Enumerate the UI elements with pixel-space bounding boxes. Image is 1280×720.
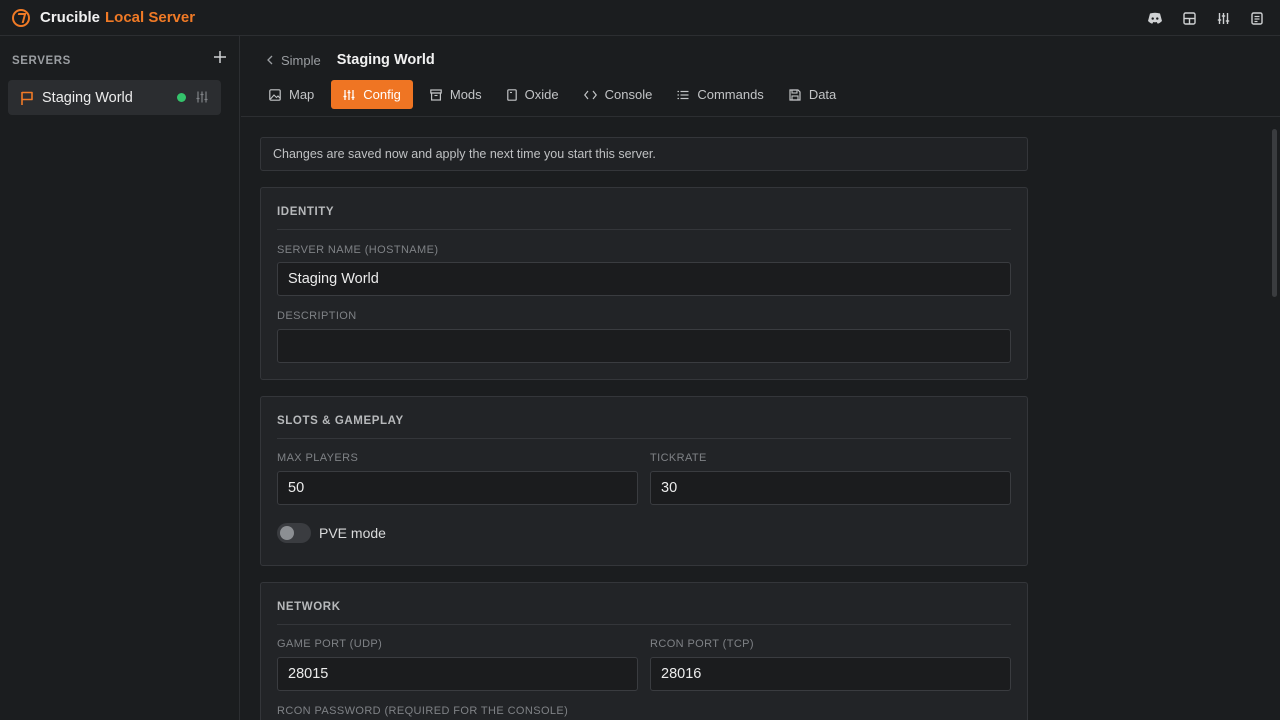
tab-console-label: Console <box>604 87 653 102</box>
list-icon <box>677 90 689 99</box>
gameplay-title: SLOTS & GAMEPLAY <box>277 415 404 427</box>
pve-mode-toggle[interactable] <box>277 523 311 543</box>
tab-mods[interactable]: Mods <box>422 80 490 109</box>
breadcrumb: Simple Staging World <box>267 52 435 68</box>
tab-data[interactable]: Data <box>781 80 844 109</box>
rcon-port-input[interactable]: 28016 <box>650 657 1011 691</box>
save-notice-text: Changes are saved now and apply the next… <box>273 147 656 161</box>
max-players-input[interactable]: 50 <box>277 471 638 505</box>
card-divider <box>277 438 1011 439</box>
code-icon <box>583 90 597 99</box>
max-players-label: MAX PLAYERS <box>277 452 359 464</box>
server-name: Staging World <box>42 89 133 106</box>
server-name-input[interactable]: Staging World <box>277 262 1011 296</box>
tab-data-label: Data <box>808 87 837 102</box>
page-title: Staging World <box>336 52 435 68</box>
sliders-icon[interactable] <box>1206 0 1240 36</box>
tab-console[interactable]: Console <box>576 80 661 109</box>
server-name-label: SERVER NAME (HOSTNAME) <box>277 244 439 256</box>
tab-config-label: Config <box>363 87 401 102</box>
network-card: NETWORK GAME PORT (UDP) 28015 RCON PORT … <box>260 582 1028 720</box>
tab-oxide-label: Oxide <box>524 87 559 102</box>
identity-card: IDENTITY SERVER NAME (HOSTNAME) Staging … <box>260 187 1028 380</box>
tab-commands[interactable]: Commands <box>669 80 771 109</box>
card-divider <box>277 229 1011 230</box>
save-notice: Changes are saved now and apply the next… <box>260 137 1028 171</box>
config-scroll-area[interactable]: Changes are saved now and apply the next… <box>241 117 1280 720</box>
tab-mods-label: Mods <box>449 87 482 102</box>
app-name-accent: Local Server <box>105 9 196 26</box>
sidebar: SERVERS Staging World <box>0 36 240 720</box>
plus-icon[interactable] <box>212 49 228 65</box>
flag-icon <box>19 90 35 106</box>
archive-icon <box>430 88 442 101</box>
main-panel: Simple Staging World Map Config Mods Oxi… <box>241 36 1280 720</box>
image-icon <box>269 88 281 101</box>
game-port-input[interactable]: 28015 <box>277 657 638 691</box>
servers-heading: SERVERS <box>12 55 71 67</box>
title-actions <box>1138 0 1274 36</box>
title-bar: Crucible Local Server <box>0 0 1280 36</box>
pve-mode-label: PVE mode <box>319 525 386 541</box>
notes-icon[interactable] <box>1240 0 1274 36</box>
tickrate-label: TICKRATE <box>650 452 707 464</box>
tab-config[interactable]: Config <box>331 80 413 109</box>
server-status-indicator <box>177 93 186 102</box>
file-icon <box>506 88 517 101</box>
server-item-staging-world[interactable]: Staging World <box>8 80 221 115</box>
gameplay-card: SLOTS & GAMEPLAY MAX PLAYERS 50 TICKRATE… <box>260 396 1028 566</box>
app-name: Crucible <box>40 9 101 26</box>
card-divider <box>277 624 1011 625</box>
tab-map-label: Map <box>289 87 315 102</box>
tab-bar: Map Config Mods Oxide Console Commands D… <box>261 80 853 110</box>
back-link[interactable]: Simple <box>267 53 321 68</box>
servers-header: SERVERS <box>12 49 228 67</box>
identity-title: IDENTITY <box>277 206 335 218</box>
tickrate-input[interactable]: 30 <box>650 471 1011 505</box>
chevron-left-icon <box>267 55 273 65</box>
server-settings-icon[interactable] <box>195 90 209 104</box>
discord-icon[interactable] <box>1138 0 1172 36</box>
rcon-port-label: RCON PORT (TCP) <box>650 638 754 650</box>
layout-icon[interactable] <box>1172 0 1206 36</box>
tab-map[interactable]: Map <box>261 80 322 109</box>
sliders-icon <box>343 89 355 100</box>
back-link-label: Simple <box>281 52 321 68</box>
brand: Crucible Local Server <box>12 8 196 27</box>
description-input[interactable] <box>277 329 1011 363</box>
tab-oxide[interactable]: Oxide <box>499 80 567 109</box>
game-port-label: GAME PORT (UDP) <box>277 638 383 650</box>
network-title: NETWORK <box>277 601 341 613</box>
description-label: DESCRIPTION <box>277 310 357 322</box>
crucible-logo-icon <box>12 8 30 27</box>
tab-commands-label: Commands <box>697 87 764 102</box>
save-icon <box>789 88 801 101</box>
scrollbar[interactable] <box>1272 129 1277 297</box>
rcon-password-label: RCON PASSWORD (REQUIRED FOR THE CONSOLE) <box>277 705 569 717</box>
